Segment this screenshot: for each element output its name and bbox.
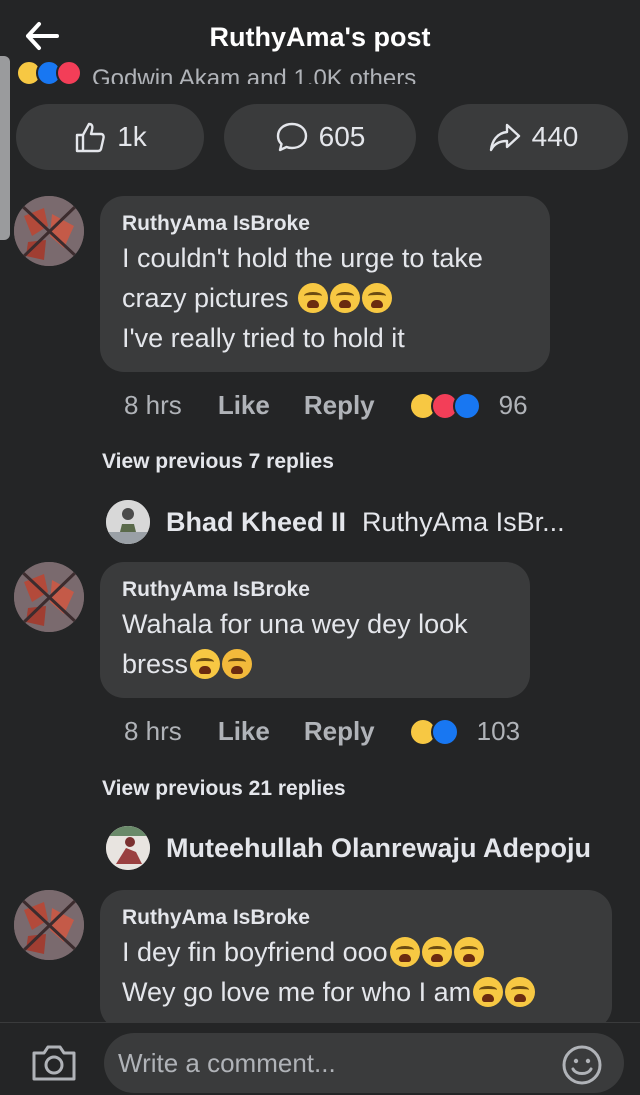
share-count: 440 (531, 121, 579, 152)
comment-meta: 8 hrs Like Reply 103 (124, 716, 520, 747)
comment-text-line: I couldn't hold the urge to take (122, 243, 483, 273)
view-previous-replies[interactable]: View previous 7 replies (102, 450, 334, 474)
avatar-image (14, 890, 84, 960)
crying-emoji-icon (421, 937, 452, 967)
like-button[interactable]: 1k (16, 104, 204, 170)
comment-author[interactable]: RuthyAma IsBroke (122, 904, 590, 932)
crying-emoji-icon (453, 937, 484, 967)
reply-preview[interactable]: Bhad Kheed II RuthyAma IsBr... (106, 500, 565, 544)
comment-icon (276, 122, 307, 152)
like-count: 1k (117, 121, 147, 152)
reply-preview[interactable]: Muteehullah Olanrewaju Adepoju (106, 826, 591, 870)
crying-emoji-icon (362, 283, 393, 313)
avatar[interactable] (14, 196, 84, 266)
comment-bubble[interactable]: RuthyAma IsBroke I dey fin boyfriend ooo… (100, 890, 612, 1030)
avatar (106, 500, 150, 544)
comment-button[interactable]: 605 (224, 104, 416, 170)
comment-composer (0, 1022, 640, 1095)
reactors-summary[interactable]: Godwin Akam and 1.0K others (16, 62, 416, 84)
comment-text-line: Wey go love me for who I am (122, 972, 590, 1012)
avatar (106, 826, 150, 870)
crying-emoji-icon (505, 977, 536, 1007)
comment-author[interactable]: RuthyAma IsBroke (122, 210, 528, 238)
share-button[interactable]: 440 (438, 104, 628, 170)
page-title: RuthyAma's post (209, 22, 431, 52)
reply-author: Muteehullah Olanrewaju Adepoju (166, 832, 592, 863)
crying-emoji-icon (389, 937, 420, 967)
scrollbar-thumb[interactable] (0, 56, 10, 240)
comment-reactions[interactable] (408, 391, 481, 420)
comment-time: 8 hrs (124, 390, 182, 420)
comment-time: 8 hrs (124, 716, 182, 746)
crying-cat-emoji-icon (222, 649, 253, 679)
comment-text-line: Wahala for una wey dey look (122, 609, 468, 639)
smirk-emoji-icon (190, 649, 221, 679)
thumbs-up-icon (76, 122, 106, 153)
comment-author[interactable]: RuthyAma IsBroke (122, 576, 508, 604)
post-action-bar: 1k 605 440 (0, 104, 640, 170)
comment-meta: 8 hrs Like Reply 96 (124, 390, 528, 421)
crying-emoji-icon (473, 977, 504, 1007)
reaction-count: 103 (476, 716, 521, 746)
avatar-image (14, 562, 84, 632)
comment-text-line: I've really tried to hold it (122, 323, 405, 353)
reactors-text: Godwin Akam and 1.0K others (92, 65, 417, 85)
reaction-count: 96 (498, 390, 528, 420)
avatar-image (14, 196, 84, 266)
smiley-icon[interactable] (560, 1043, 604, 1087)
crying-emoji-icon (330, 283, 361, 313)
comment-bubble[interactable]: RuthyAma IsBroke Wahala for una wey dey … (100, 562, 530, 698)
like-reaction-icon (430, 717, 459, 746)
love-reaction-icon (56, 62, 82, 84)
reply-author: Bhad Kheed II (166, 506, 347, 537)
share-icon (489, 123, 520, 152)
avatar[interactable] (14, 890, 84, 960)
avatar-image (106, 500, 150, 544)
comment-reply-button[interactable]: Reply (304, 716, 375, 747)
comment-text-line: bress (122, 644, 508, 684)
avatar[interactable] (14, 562, 84, 632)
camera-icon[interactable] (30, 1043, 78, 1083)
view-previous-replies[interactable]: View previous 21 replies (102, 777, 346, 801)
comment-reactions[interactable] (408, 717, 459, 746)
comment-count: 605 (318, 121, 366, 152)
comment-like-button[interactable]: Like (218, 390, 270, 421)
comment-like-button[interactable]: Like (218, 716, 270, 747)
comment-input[interactable] (104, 1033, 624, 1093)
comment-text-line: I dey fin boyfriend ooo (122, 932, 590, 972)
comment-bubble[interactable]: RuthyAma IsBroke I couldn't hold the urg… (100, 196, 550, 372)
like-reaction-icon (452, 391, 481, 420)
avatar-image (106, 826, 150, 870)
comment-reply-button[interactable]: Reply (304, 390, 375, 421)
crying-emoji-icon (298, 283, 329, 313)
reply-mention: RuthyAma IsBr... (362, 506, 565, 537)
comment-text-line: crazy pictures (122, 278, 528, 318)
